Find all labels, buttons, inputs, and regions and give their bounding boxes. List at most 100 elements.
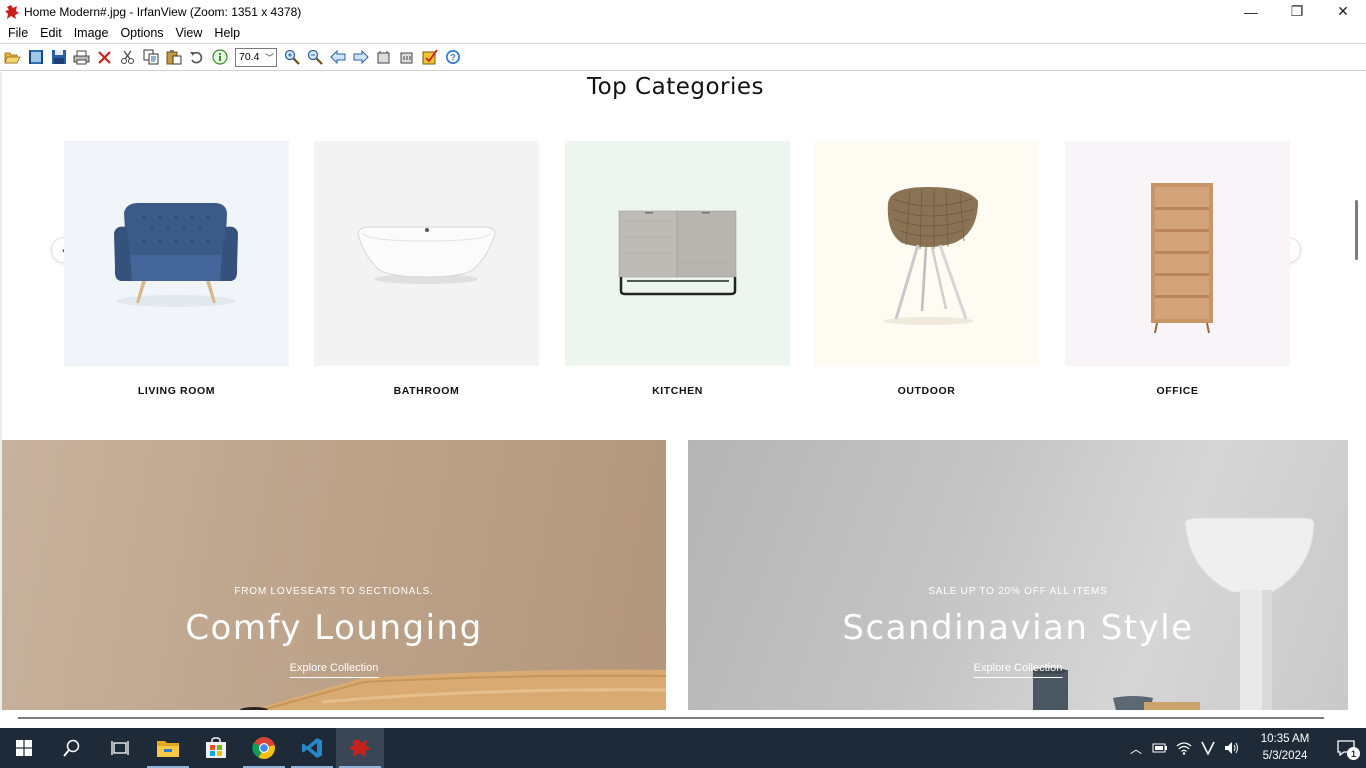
print-button[interactable]: [70, 46, 93, 68]
menu-help[interactable]: Help: [208, 23, 246, 43]
vertical-scrollbar[interactable]: [1348, 72, 1366, 710]
task-view-icon: [111, 741, 129, 755]
category-tile-kitchen[interactable]: [565, 141, 790, 366]
paste-icon: [166, 50, 181, 65]
volume-icon[interactable]: [1220, 728, 1244, 768]
first-icon: [377, 50, 390, 63]
task-view-button[interactable]: [96, 728, 144, 768]
irfanview-icon: [349, 739, 371, 757]
show-hidden-icons-button[interactable]: ︿: [1124, 728, 1148, 768]
menu-file[interactable]: File: [2, 23, 34, 43]
copy-icon: [143, 49, 158, 65]
vscode-button[interactable]: [288, 728, 336, 768]
start-button[interactable]: [0, 728, 48, 768]
category-label-bathroom[interactable]: BATHROOM: [314, 385, 539, 397]
menu-edit[interactable]: Edit: [34, 23, 68, 43]
copy-button[interactable]: [139, 46, 162, 68]
file-explorer-button[interactable]: [144, 728, 192, 768]
menu-view[interactable]: View: [170, 23, 209, 43]
maximize-button[interactable]: ❐: [1274, 0, 1320, 23]
armchair-image: [114, 203, 238, 307]
chevron-down-icon: ﹀: [264, 52, 274, 63]
cut-icon: [121, 50, 134, 64]
svg-text:?: ?: [450, 53, 456, 63]
previous-icon: [329, 50, 345, 64]
notification-count: 1: [1347, 747, 1360, 760]
battery-icon[interactable]: [1148, 728, 1172, 768]
image-viewer[interactable]: Top Categories ‹ ›: [0, 72, 1366, 728]
banner-comfy-lounging[interactable]: FROM LOVESEATS TO SECTIONALS. Comfy Loun…: [2, 440, 666, 710]
banner-right-title: Scandinavian Style: [842, 608, 1194, 648]
menu-image[interactable]: Image: [68, 23, 115, 43]
open-button[interactable]: [1, 46, 24, 68]
banner-right-explore-link[interactable]: Explore Collection: [973, 662, 1063, 678]
zoom-out-button[interactable]: [303, 46, 326, 68]
menu-bar: File Edit Image Options View Help: [0, 23, 1366, 43]
previous-button[interactable]: [326, 46, 349, 68]
paste-button[interactable]: [162, 46, 185, 68]
next-icon: [353, 50, 369, 64]
banner-left-explore-link[interactable]: Explore Collection: [289, 662, 379, 678]
category-tile-living-room[interactable]: [64, 141, 289, 366]
toolbar: 70.4 ﹀ ?: [0, 43, 1366, 71]
clock-date: 5/3/2024: [1262, 750, 1308, 762]
open-icon: [4, 52, 21, 63]
category-label-office[interactable]: OFFICE: [1065, 385, 1290, 397]
bookshelf-image: [1151, 183, 1213, 334]
cut-button[interactable]: [116, 46, 139, 68]
save-button[interactable]: [47, 46, 70, 68]
store-button[interactable]: [192, 728, 240, 768]
category-tile-bathroom[interactable]: [314, 141, 539, 366]
info-icon: [211, 49, 228, 65]
window-title: Home Modern#.jpg - IrfanView (Zoom: 1351…: [24, 4, 302, 19]
help-button[interactable]: ?: [441, 46, 464, 68]
title-bar: Home Modern#.jpg - IrfanView (Zoom: 1351…: [0, 0, 1366, 23]
horizontal-scroll-thumb[interactable]: [18, 717, 1324, 719]
close-button[interactable]: ✕: [1320, 0, 1366, 23]
delete-icon: [98, 50, 111, 64]
vpn-icon[interactable]: [1196, 728, 1220, 768]
store-icon: [206, 737, 226, 758]
info-button[interactable]: [208, 46, 231, 68]
restore-icon: ❐: [1290, 3, 1304, 19]
banner-left-title: Comfy Lounging: [185, 608, 483, 648]
last-button[interactable]: [395, 46, 418, 68]
notifications-button[interactable]: 1: [1326, 728, 1366, 768]
category-label-outdoor[interactable]: OUTDOOR: [814, 385, 1039, 397]
zoom-value: 70.4: [239, 51, 260, 63]
wicker-chair-image: [884, 187, 978, 325]
chrome-button[interactable]: [240, 728, 288, 768]
thumbnails-button[interactable]: [24, 46, 47, 68]
file-explorer-icon: [157, 741, 179, 757]
category-label-living-room[interactable]: LIVING ROOM: [64, 385, 289, 397]
category-label-kitchen[interactable]: KITCHEN: [565, 385, 790, 397]
irfanview-taskbar-button[interactable]: [336, 728, 384, 768]
network-icon[interactable]: [1172, 728, 1196, 768]
category-tile-office[interactable]: [1065, 141, 1290, 366]
first-button[interactable]: [372, 46, 395, 68]
section-title: Top Categories: [586, 74, 765, 100]
paint-button[interactable]: [418, 46, 441, 68]
help-icon: ?: [445, 50, 460, 64]
search-button[interactable]: [48, 728, 96, 768]
vertical-scroll-thumb[interactable]: [1355, 200, 1358, 260]
zoom-out-icon: [307, 49, 323, 65]
start-icon: [16, 740, 32, 756]
minimize-button[interactable]: —: [1228, 0, 1274, 23]
system-tray: ︿ 10:35 AM 5/3/2024 1: [1124, 728, 1366, 768]
category-tile-outdoor[interactable]: [814, 141, 1039, 366]
banner-left-subtitle: FROM LOVESEATS TO SECTIONALS.: [234, 586, 434, 597]
next-button[interactable]: [349, 46, 372, 68]
banner-scandinavian-style[interactable]: SALE UP TO 20% OFF ALL ITEMS Scandinavia…: [688, 440, 1348, 710]
zoom-select[interactable]: 70.4 ﹀: [235, 47, 277, 67]
minimize-icon: —: [1244, 3, 1258, 20]
horizontal-scrollbar[interactable]: [0, 710, 1348, 728]
undo-button[interactable]: [185, 46, 208, 68]
clock[interactable]: 10:35 AM 5/3/2024: [1250, 731, 1320, 765]
zoom-in-button[interactable]: [280, 46, 303, 68]
search-icon: [63, 739, 80, 757]
delete-button[interactable]: [93, 46, 116, 68]
close-icon: ✕: [1337, 3, 1349, 19]
undo-icon: [190, 51, 203, 63]
menu-options[interactable]: Options: [114, 23, 169, 43]
